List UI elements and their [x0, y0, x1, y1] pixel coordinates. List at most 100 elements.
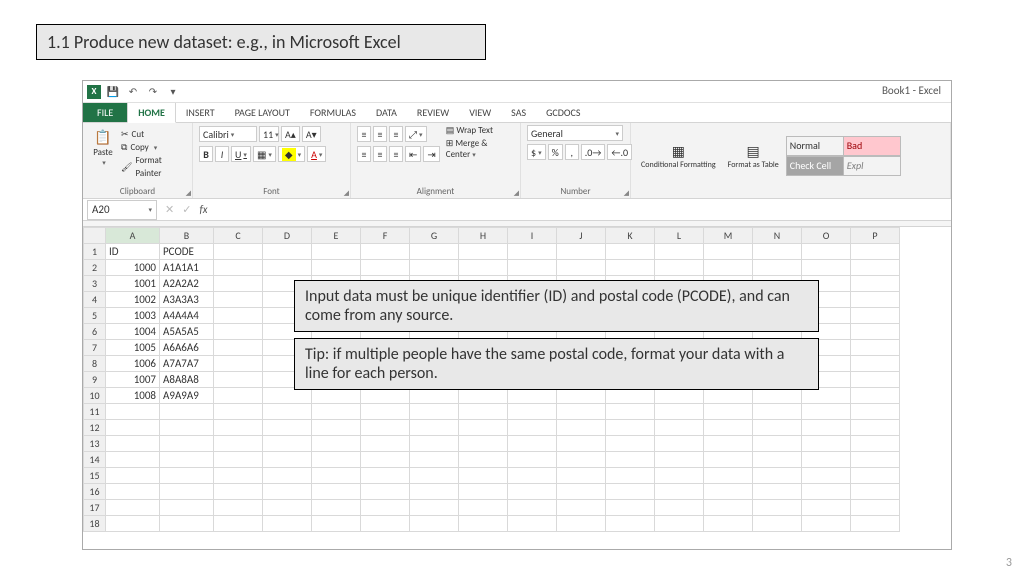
cell[interactable]: [263, 404, 312, 420]
cell[interactable]: [655, 420, 704, 436]
cell[interactable]: [851, 452, 900, 468]
cell[interactable]: [802, 484, 851, 500]
cell[interactable]: [410, 420, 459, 436]
cell[interactable]: A2A2A2: [160, 276, 214, 292]
cell[interactable]: [160, 500, 214, 516]
tab-review[interactable]: REVIEW: [407, 103, 459, 122]
cell[interactable]: [851, 484, 900, 500]
cell[interactable]: [851, 388, 900, 404]
cell[interactable]: A4A4A4: [160, 308, 214, 324]
cell[interactable]: [508, 260, 557, 276]
cell[interactable]: [508, 244, 557, 260]
cell[interactable]: [655, 452, 704, 468]
cell[interactable]: [106, 468, 160, 484]
column-header[interactable]: N: [753, 228, 802, 244]
increase-decimal-button[interactable]: .0→: [581, 144, 606, 160]
cell[interactable]: [263, 452, 312, 468]
cell[interactable]: [361, 500, 410, 516]
cell[interactable]: [851, 276, 900, 292]
row-header[interactable]: 3: [84, 276, 106, 292]
row-header[interactable]: 1: [84, 244, 106, 260]
cell[interactable]: [753, 436, 802, 452]
cell[interactable]: [214, 484, 263, 500]
merge-center-button[interactable]: ⊞ Merge & Center▾: [446, 138, 514, 160]
cell[interactable]: [361, 404, 410, 420]
cell[interactable]: [508, 468, 557, 484]
row-header[interactable]: 6: [84, 324, 106, 340]
cell[interactable]: [214, 468, 263, 484]
qat-customize-icon[interactable]: ▾: [165, 84, 181, 100]
cell[interactable]: 1000: [106, 260, 160, 276]
cell[interactable]: [704, 260, 753, 276]
cell[interactable]: 1008: [106, 388, 160, 404]
cell[interactable]: [851, 468, 900, 484]
cell[interactable]: [557, 484, 606, 500]
cell[interactable]: [508, 500, 557, 516]
cell[interactable]: [802, 436, 851, 452]
cell[interactable]: [459, 420, 508, 436]
cancel-formula-icon[interactable]: ✕: [161, 203, 178, 216]
cell[interactable]: [557, 404, 606, 420]
cell[interactable]: [557, 516, 606, 532]
cell[interactable]: [851, 260, 900, 276]
cell[interactable]: [361, 484, 410, 500]
cell[interactable]: [753, 404, 802, 420]
decrease-indent-button[interactable]: ⇤: [405, 146, 421, 162]
row-header[interactable]: 2: [84, 260, 106, 276]
cell[interactable]: [214, 276, 263, 292]
cell[interactable]: [106, 420, 160, 436]
row-header[interactable]: 12: [84, 420, 106, 436]
cell[interactable]: [802, 500, 851, 516]
tab-view[interactable]: VIEW: [459, 103, 501, 122]
cell[interactable]: [655, 260, 704, 276]
insert-function-button[interactable]: fx: [195, 203, 211, 216]
cell[interactable]: [459, 436, 508, 452]
column-header[interactable]: L: [655, 228, 704, 244]
cell[interactable]: [557, 468, 606, 484]
cell[interactable]: [214, 340, 263, 356]
cell[interactable]: [106, 452, 160, 468]
percent-format-button[interactable]: %: [548, 144, 563, 160]
cell[interactable]: [312, 516, 361, 532]
cell[interactable]: [106, 436, 160, 452]
cell[interactable]: [263, 468, 312, 484]
cell[interactable]: [214, 436, 263, 452]
cell[interactable]: [557, 420, 606, 436]
font-size-select[interactable]: 11▾: [259, 126, 279, 142]
cell[interactable]: PCODE: [160, 244, 214, 260]
cell[interactable]: [802, 420, 851, 436]
cell[interactable]: [214, 356, 263, 372]
cell[interactable]: [655, 500, 704, 516]
cell[interactable]: [704, 404, 753, 420]
row-header[interactable]: 4: [84, 292, 106, 308]
cell[interactable]: [214, 372, 263, 388]
formula-input[interactable]: [212, 200, 951, 220]
cell[interactable]: [410, 244, 459, 260]
cell[interactable]: [753, 500, 802, 516]
cell[interactable]: [263, 420, 312, 436]
cell[interactable]: [160, 468, 214, 484]
decrease-decimal-button[interactable]: ←.0: [607, 144, 632, 160]
cell[interactable]: [312, 484, 361, 500]
cell[interactable]: [606, 484, 655, 500]
cell[interactable]: [851, 308, 900, 324]
cell[interactable]: [263, 516, 312, 532]
cell[interactable]: [704, 500, 753, 516]
align-top-button[interactable]: ≡: [357, 126, 371, 142]
cell[interactable]: [263, 260, 312, 276]
cell[interactable]: [312, 420, 361, 436]
cell[interactable]: [214, 452, 263, 468]
cell[interactable]: 1007: [106, 372, 160, 388]
tab-home[interactable]: HOME: [127, 102, 176, 123]
row-header[interactable]: 16: [84, 484, 106, 500]
column-header[interactable]: A: [106, 228, 160, 244]
dialog-launcher-icon[interactable]: ◢: [186, 188, 191, 197]
cell[interactable]: [704, 244, 753, 260]
cell[interactable]: [655, 516, 704, 532]
cell[interactable]: [410, 468, 459, 484]
cell[interactable]: [851, 244, 900, 260]
cell[interactable]: [753, 468, 802, 484]
shrink-font-button[interactable]: A▾: [302, 126, 321, 142]
cell[interactable]: [410, 500, 459, 516]
cell[interactable]: [606, 244, 655, 260]
